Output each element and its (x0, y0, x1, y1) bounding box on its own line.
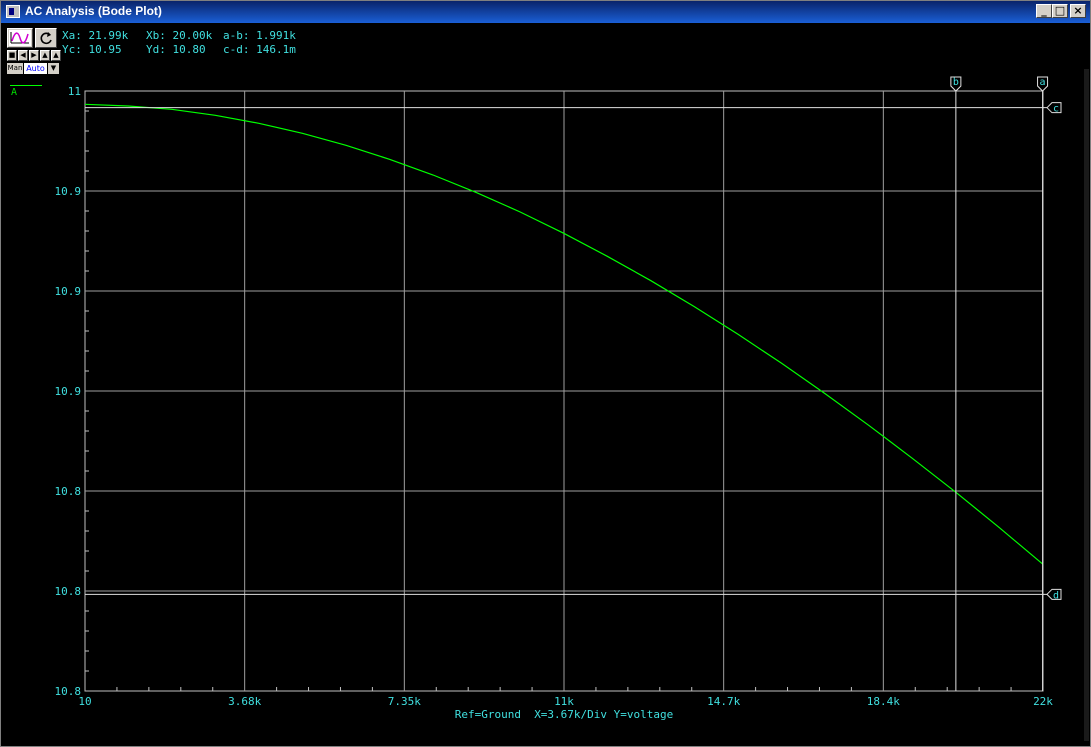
x-tick-label: 14.7k (707, 695, 740, 708)
grid (84, 90, 1044, 692)
y-tick-label: 10.9 (55, 185, 82, 198)
y-tick-label: 10.8 (55, 685, 82, 698)
cursor-a-label: a (1040, 77, 1046, 88)
y-axis-ticks: 11 10.9 10.9 10.9 10.8 10.8 10.8 (55, 85, 82, 698)
x-tick-label: 22k (1033, 695, 1053, 708)
y-tick-label: 10.9 (55, 285, 82, 298)
x-tick-label: 7.35k (388, 695, 421, 708)
x-tick-label: 3.68k (228, 695, 261, 708)
bode-plot-window: AC Analysis (Bode Plot) _ □ × ■ ◀ ▶ ▲ ▲ … (0, 0, 1091, 747)
vertical-scrollbar[interactable] (1084, 69, 1089, 741)
x-tick-label: 10 (78, 695, 91, 708)
x-tick-label: 18.4k (867, 695, 900, 708)
x-axis-label: Ref=Ground X=3.67k/Div Y=voltage (455, 708, 674, 721)
y-tick-label: 10.8 (55, 485, 82, 498)
cursor-layer[interactable]: a b c d (85, 76, 1062, 691)
cursor-d-label: d (1053, 590, 1059, 601)
y-tick-label: 10.9 (55, 385, 82, 398)
x-tick-label: 11k (554, 695, 574, 708)
x-axis-ticks: 10 3.68k 7.35k 11k 14.7k 18.4k 22k (78, 695, 1053, 708)
cursor-c-label: c (1053, 104, 1059, 115)
y-tick-label: 10.8 (55, 585, 82, 598)
y-tick-label: 11 (68, 85, 81, 98)
cursor-b-label: b (953, 77, 959, 88)
bode-plot-chart[interactable]: 1110.910.910.910.810.810.8 10 3.68k 7.35k 1… (1, 1, 1090, 746)
